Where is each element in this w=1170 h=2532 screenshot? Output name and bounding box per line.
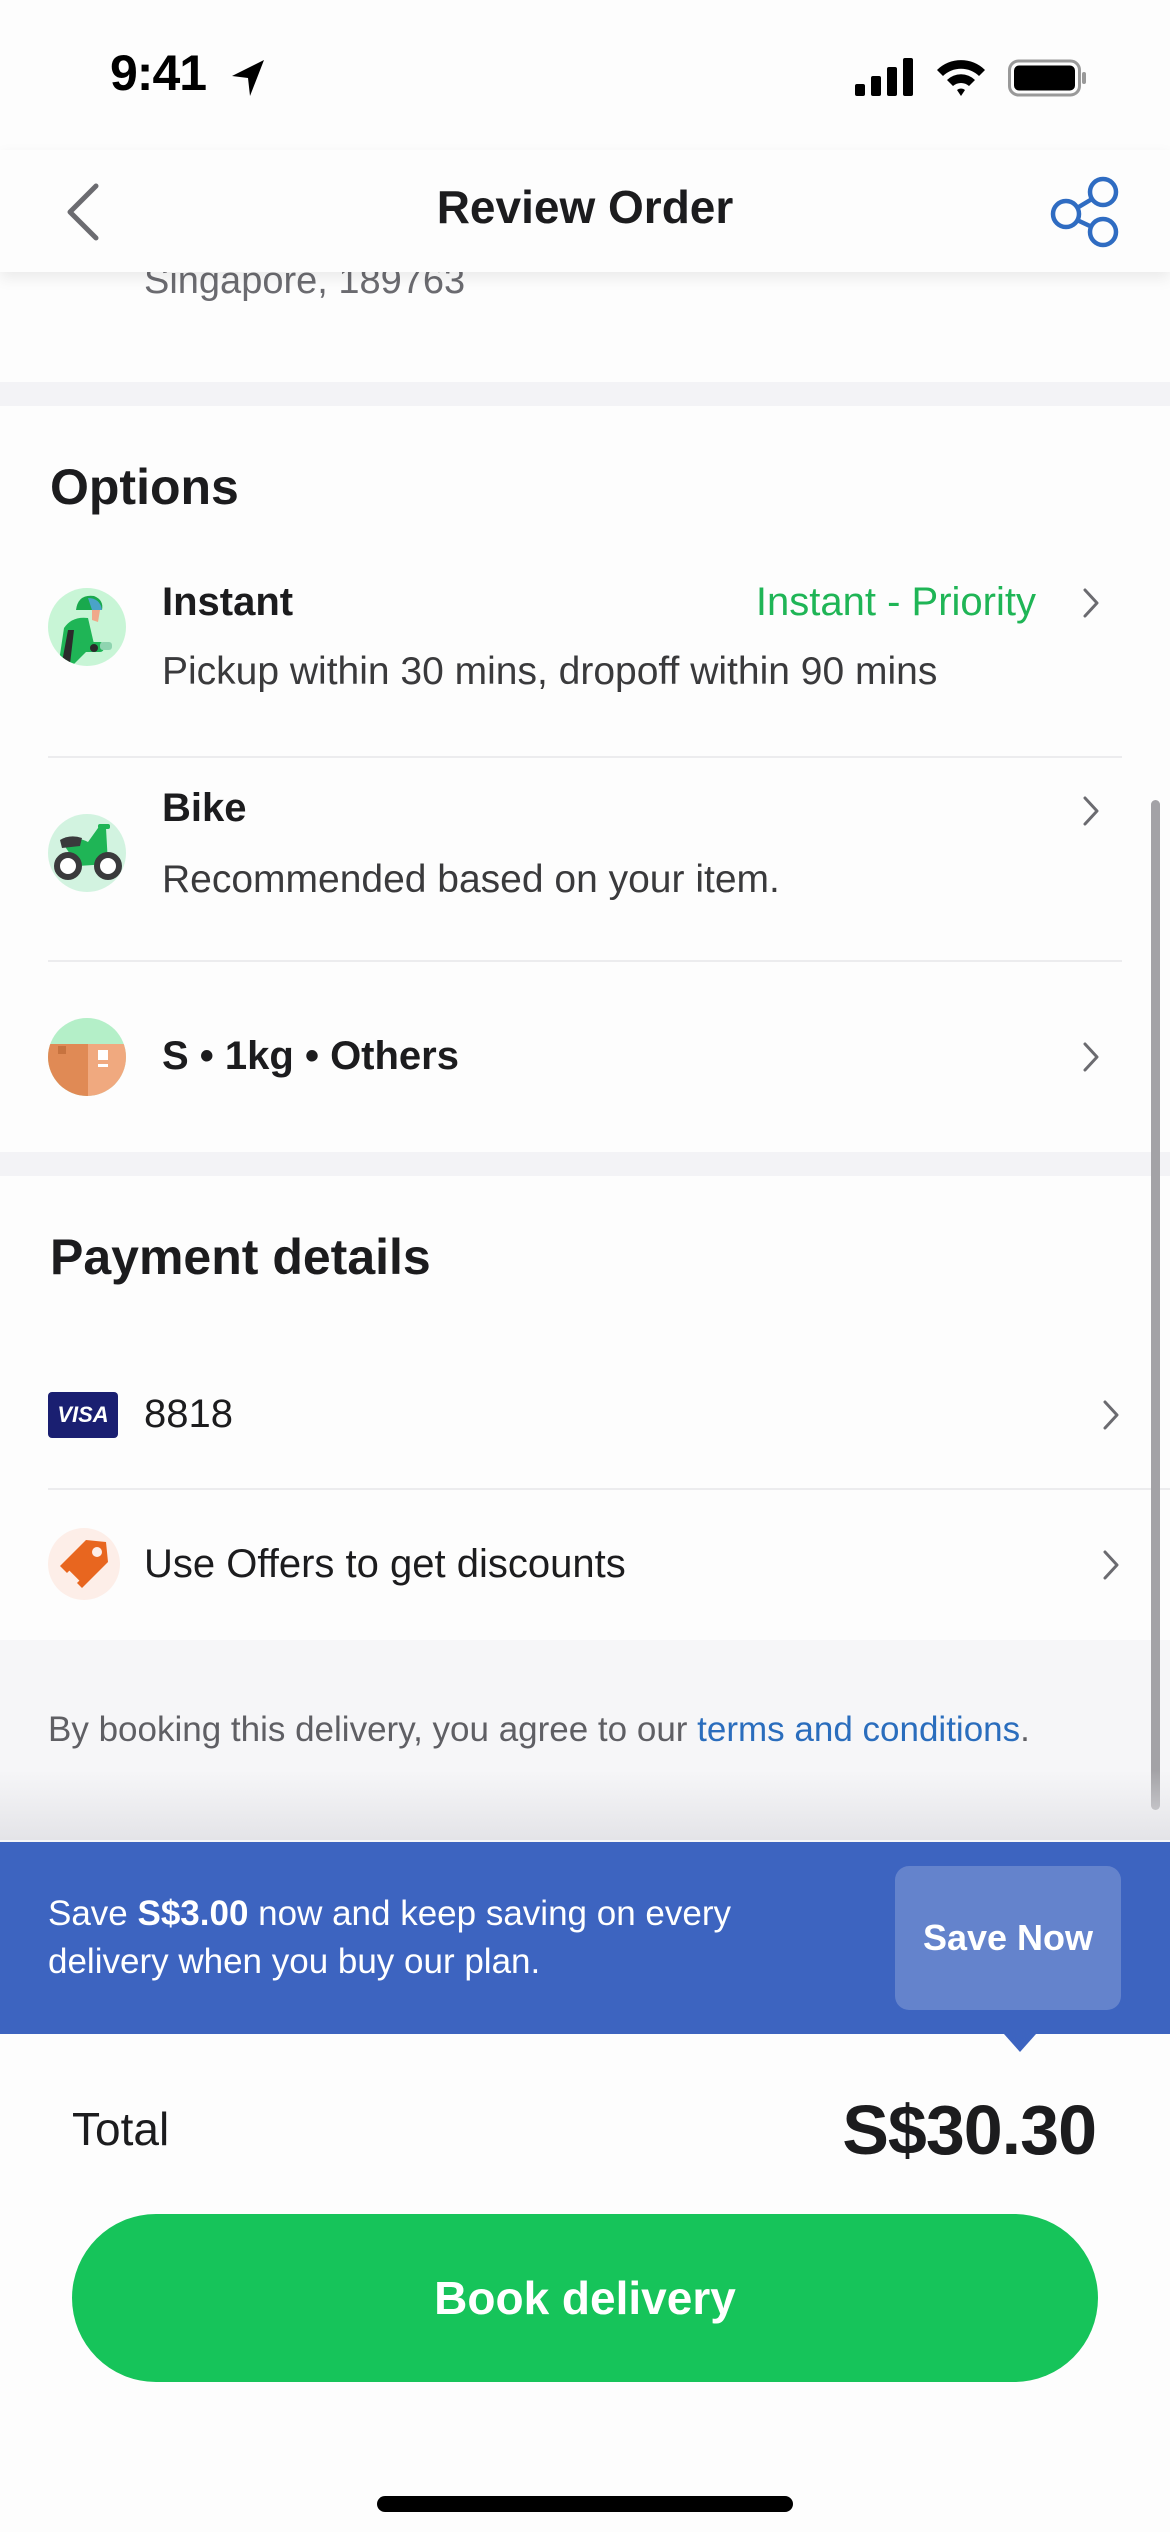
location-arrow-icon bbox=[232, 60, 264, 96]
payment-title: Payment details bbox=[50, 1229, 431, 1285]
option-row-parcel[interactable]: S • 1kg • Others bbox=[48, 962, 1122, 1152]
option-title: S • 1kg • Others bbox=[162, 1034, 459, 1078]
chevron-right-icon bbox=[1083, 588, 1099, 618]
scroll-content[interactable]: Singapore, 189763 Options Instant Instan… bbox=[0, 260, 1170, 1840]
home-indicator bbox=[377, 2496, 793, 2512]
options-section: Options Instant Instant - Priority Picku… bbox=[0, 406, 1170, 1152]
motorbike-icon bbox=[48, 814, 126, 892]
page-title: Review Order bbox=[436, 181, 734, 233]
promo-amount: S$3.00 bbox=[137, 1894, 249, 1933]
book-delivery-button[interactable]: Book delivery bbox=[72, 2214, 1098, 2382]
chevron-right-icon bbox=[1103, 1400, 1119, 1430]
save-now-button[interactable]: Save Now bbox=[895, 1866, 1121, 2010]
nav-bar: Review Order bbox=[0, 150, 1170, 272]
payment-method-row[interactable]: VISA 8818 bbox=[48, 1340, 1170, 1490]
promo-pointer bbox=[1004, 2034, 1036, 2052]
status-bar: 9:41 bbox=[0, 0, 1170, 150]
section-divider bbox=[0, 1152, 1170, 1176]
share-button[interactable] bbox=[1040, 168, 1130, 248]
option-subtitle: Recommended based on your item. bbox=[162, 858, 780, 901]
payment-section: Payment details VISA 8818 Use Offers to … bbox=[0, 1176, 1170, 1640]
offer-tag-icon bbox=[48, 1528, 120, 1600]
card-last-four: 8818 bbox=[144, 1392, 233, 1436]
scroll-fade bbox=[0, 1770, 1170, 1840]
parcel-box-icon bbox=[48, 1018, 126, 1096]
promo-text: Save S$3.00 now and keep saving on every… bbox=[48, 1890, 808, 1986]
chevron-right-icon bbox=[1083, 1042, 1099, 1072]
promo-banner: Save S$3.00 now and keep saving on every… bbox=[0, 1842, 1170, 2052]
total-value: S$30.30 bbox=[842, 2091, 1097, 2169]
rider-icon bbox=[48, 588, 126, 666]
option-title: Bike bbox=[162, 786, 247, 830]
chevron-right-icon bbox=[1103, 1550, 1119, 1580]
offers-row[interactable]: Use Offers to get discounts bbox=[48, 1490, 1170, 1640]
option-subtitle: Pickup within 30 mins, dropoff within 90… bbox=[162, 650, 938, 693]
option-row-instant[interactable]: Instant Instant - Priority Pickup within… bbox=[48, 556, 1122, 758]
checkout-footer: Total S$30.30 Book delivery bbox=[0, 2034, 1170, 2532]
promo-text-before: Save bbox=[48, 1894, 138, 1933]
options-title: Options bbox=[50, 459, 239, 515]
terms-suffix: . bbox=[1020, 1710, 1030, 1749]
status-time: 9:41 bbox=[110, 45, 207, 101]
total-label: Total bbox=[72, 2103, 170, 2155]
address-section: Singapore, 189763 bbox=[0, 260, 1170, 382]
option-value: Instant - Priority bbox=[755, 580, 1036, 624]
scrollbar[interactable] bbox=[1151, 800, 1160, 1810]
visa-badge-text: VISA bbox=[57, 1402, 109, 1427]
battery-icon bbox=[1008, 59, 1086, 97]
option-title: Instant bbox=[162, 580, 294, 624]
share-icon bbox=[1050, 176, 1119, 248]
option-row-bike[interactable]: Bike Recommended based on your item. bbox=[48, 758, 1122, 962]
section-divider bbox=[0, 382, 1170, 406]
visa-card-icon: VISA bbox=[48, 1392, 118, 1438]
cellular-signal-icon bbox=[855, 58, 913, 96]
wifi-icon bbox=[937, 60, 985, 96]
offers-label: Use Offers to get discounts bbox=[144, 1542, 626, 1586]
chevron-right-icon bbox=[1083, 796, 1099, 826]
terms-prefix: By booking this delivery, you agree to o… bbox=[48, 1710, 698, 1749]
terms-link[interactable]: terms and conditions bbox=[697, 1710, 1020, 1749]
